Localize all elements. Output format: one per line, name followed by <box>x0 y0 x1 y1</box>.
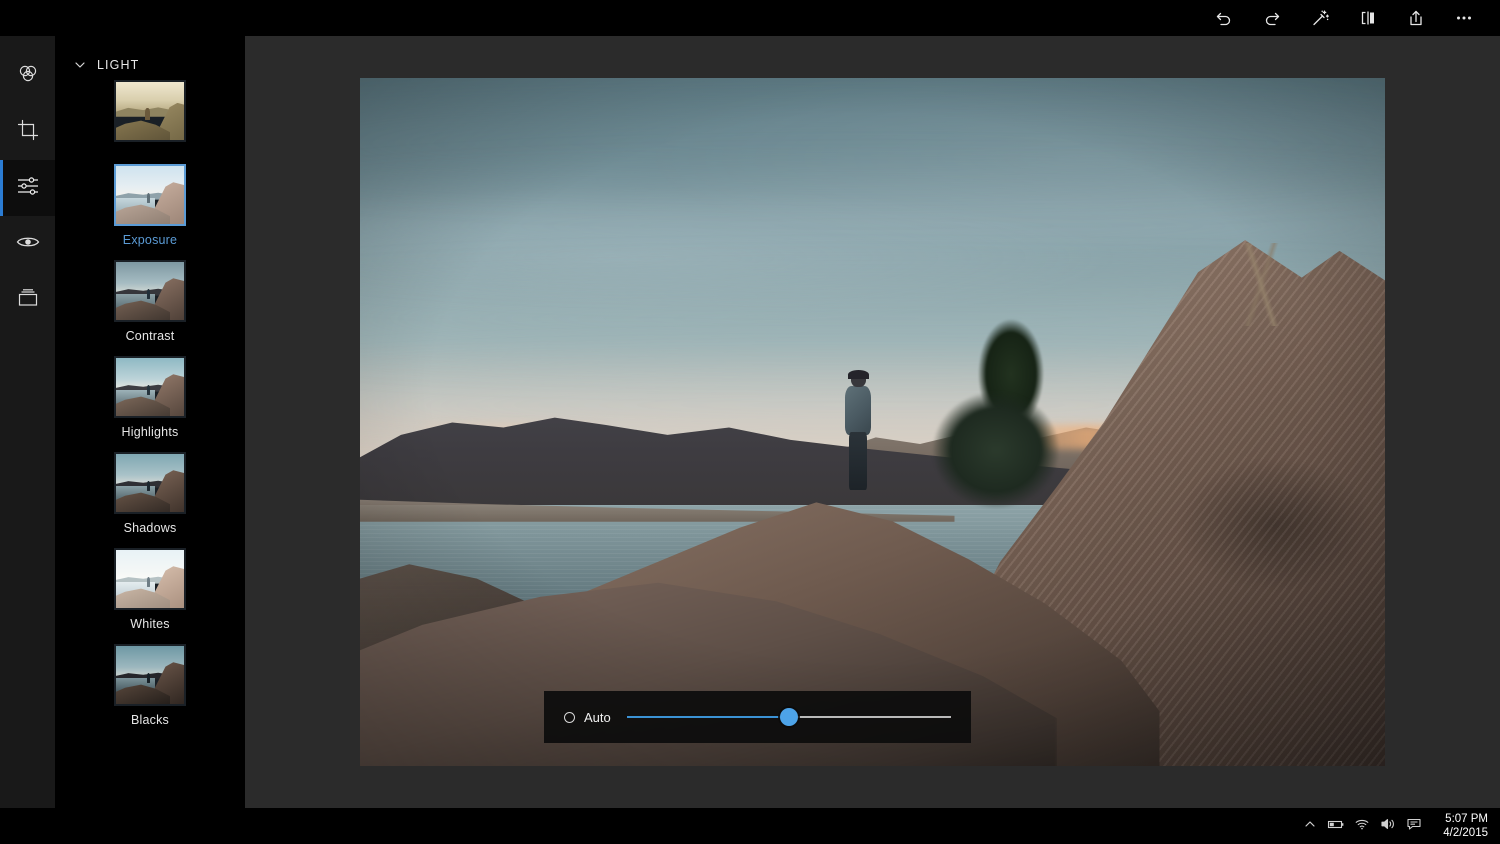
radio-circle-icon <box>564 711 575 723</box>
landscape-lake-rocks-photo[interactable] <box>360 78 1385 766</box>
notification-icon <box>1406 817 1422 836</box>
windows-taskbar: 5:07 PM 4/2/2015 <box>0 808 1500 844</box>
adjustment-item-shadows[interactable]: Shadows <box>55 452 245 535</box>
thumbnail-blacks <box>114 644 186 706</box>
battery-button[interactable] <box>1323 808 1349 844</box>
photo-person-cap <box>847 369 870 380</box>
magic-wand-icon <box>1310 8 1330 28</box>
adjustments-panel: LIGHT Exposure Contrast Highlights Shado… <box>55 36 245 808</box>
system-tray <box>1297 808 1433 844</box>
auto-radio-button[interactable]: Auto <box>564 710 611 725</box>
compare-button[interactable] <box>1344 0 1392 36</box>
photo-person-torso <box>844 386 872 436</box>
adjustment-item-highlights[interactable]: Highlights <box>55 356 245 439</box>
undo-icon <box>1214 8 1234 28</box>
adjustment-label: Blacks <box>130 713 170 727</box>
chevron-up-icon <box>1303 817 1317 836</box>
volume-button[interactable] <box>1375 808 1401 844</box>
light-section-header[interactable]: LIGHT <box>55 36 245 72</box>
rail-item-effects[interactable] <box>0 216 55 272</box>
share-button[interactable] <box>1392 0 1440 36</box>
top-toolbar <box>0 0 1500 36</box>
compare-icon <box>1358 8 1378 28</box>
clock-date: 4/2/2015 <box>1443 827 1488 839</box>
eye-icon <box>15 229 41 260</box>
action-center-button[interactable] <box>1401 808 1427 844</box>
sliders-icon <box>15 173 41 204</box>
photo-person-legs <box>849 431 867 491</box>
three-circles-icon <box>15 61 41 92</box>
wifi-icon <box>1354 817 1370 836</box>
photo-person <box>840 369 877 491</box>
thumbnail-contrast <box>114 260 186 322</box>
adjustment-item-exposure[interactable]: Exposure <box>55 164 245 247</box>
redo-button[interactable] <box>1248 0 1296 36</box>
adjustment-label: Contrast <box>125 329 175 343</box>
adjustment-item-contrast[interactable]: Contrast <box>55 260 245 343</box>
undo-button[interactable] <box>1200 0 1248 36</box>
photo-cloud-band <box>360 112 1385 175</box>
adjustment-label: Exposure <box>122 233 178 247</box>
photo-dry-branch <box>1200 243 1324 326</box>
rail-item-adjust[interactable] <box>0 160 55 216</box>
battery-icon <box>1327 817 1345 836</box>
more-options-button[interactable] <box>1440 0 1488 36</box>
show-hidden-icons-button[interactable] <box>1297 808 1323 844</box>
exposure-slider[interactable] <box>626 708 951 726</box>
network-button[interactable] <box>1349 808 1375 844</box>
auto-label: Auto <box>584 709 611 725</box>
adjustment-item-whites[interactable]: Whites <box>55 548 245 631</box>
rail-item-collection[interactable] <box>0 272 55 328</box>
tool-rail <box>0 36 55 808</box>
exposure-slider-bar: Auto <box>544 691 971 743</box>
adjustment-label: Highlights <box>121 425 179 439</box>
slider-thumb[interactable] <box>779 708 798 726</box>
photo-editor-window: LIGHT Exposure Contrast Highlights Shado… <box>0 0 1500 844</box>
adjustment-item-preview[interactable] <box>55 80 245 142</box>
adjustment-label: Shadows <box>123 521 177 535</box>
thumbnail-shadows <box>114 452 186 514</box>
thumbnail-highlights <box>114 356 186 418</box>
adjustment-list: Exposure Contrast Highlights Shadows Whi… <box>55 72 245 727</box>
adjustment-item-blacks[interactable]: Blacks <box>55 644 245 727</box>
rail-item-filters[interactable] <box>0 48 55 104</box>
card-stack-icon <box>15 285 41 316</box>
light-section-title: LIGHT <box>97 58 140 72</box>
adjustment-label: Whites <box>130 617 170 631</box>
redo-icon <box>1262 8 1282 28</box>
clock-time: 5:07 PM <box>1445 812 1488 825</box>
taskbar-clock[interactable]: 5:07 PM 4/2/2015 <box>1433 812 1500 841</box>
thumbnail-preview <box>114 80 186 142</box>
crop-icon <box>16 118 40 147</box>
speaker-icon <box>1380 817 1397 836</box>
share-icon <box>1406 8 1426 28</box>
rail-item-crop[interactable] <box>0 104 55 160</box>
ellipsis-icon <box>1454 8 1474 28</box>
editor-canvas: Auto <box>245 36 1500 808</box>
thumbnail-exposure <box>114 164 186 226</box>
slider-track-fill <box>626 716 789 718</box>
enhance-button[interactable] <box>1296 0 1344 36</box>
chevron-down-icon <box>73 58 87 72</box>
thumbnail-whites <box>114 548 186 610</box>
